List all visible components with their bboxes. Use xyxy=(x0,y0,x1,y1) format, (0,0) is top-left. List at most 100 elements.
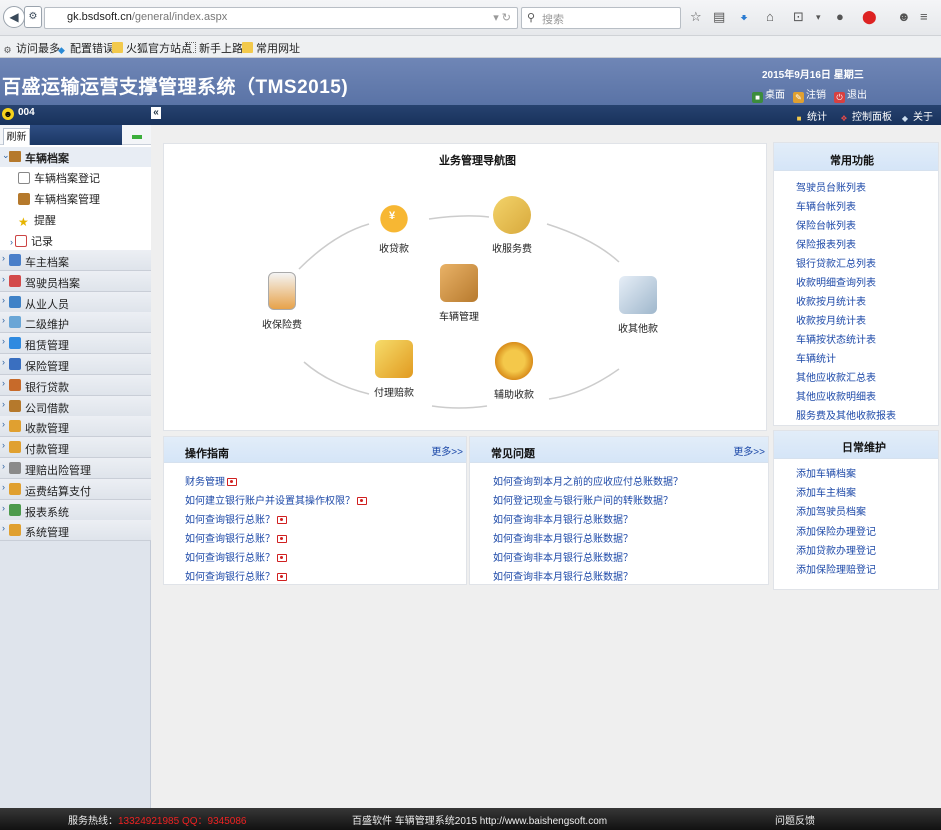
group-icon xyxy=(9,482,21,495)
control-panel-link[interactable]: ❖ 控制面板 xyxy=(839,108,892,124)
faq-more-link[interactable]: 更多>> xyxy=(733,443,765,458)
node-insurance-fee[interactable]: 收保险费 xyxy=(252,272,312,331)
faq-link[interactable]: 如何查询非本月银行总账数据？ xyxy=(493,549,633,564)
url-bar[interactable]: gk.bsdsoft.cn/general/index.aspx ▾ ↻ xyxy=(44,7,518,29)
node-service-fee[interactable]: 收服务费 xyxy=(482,196,542,255)
logout-icon: ✎ xyxy=(793,92,804,103)
maintenance-link[interactable]: 添加车辆档案 xyxy=(796,465,856,480)
menu-icon[interactable]: ≡ xyxy=(920,9,928,24)
common-link[interactable]: 银行贷款汇总列表 xyxy=(796,255,876,270)
sidebar-group-vehicle-archive[interactable]: ⌄ 车辆档案 xyxy=(0,147,151,167)
common-link[interactable]: 其他应收款明细表 xyxy=(796,388,876,403)
bookmark-star-icon[interactable]: ☆ xyxy=(690,9,702,25)
guide-link[interactable]: 如何建立银行账户并设置其操作权限？ xyxy=(185,492,367,507)
chat-icon[interactable]: ● xyxy=(836,9,844,24)
back-button[interactable]: ◀ xyxy=(3,6,25,28)
bookmark-config-error[interactable]: ◆ 配置错误 xyxy=(56,40,114,56)
sidebar-group-item[interactable]: › 银行贷款 xyxy=(0,374,151,396)
search-input[interactable]: ⚲ 搜索 xyxy=(521,7,681,29)
feedback-link[interactable]: 问题反馈 xyxy=(775,812,815,827)
guide-more-link[interactable]: 更多>> xyxy=(431,443,463,458)
exit-link[interactable]: ⏻ 退出 xyxy=(834,86,867,103)
bookmark-getting-started[interactable]: 新手上路 xyxy=(185,40,243,56)
faq-link[interactable]: 如何查询非本月银行总账数据？ xyxy=(493,511,633,526)
common-link[interactable]: 保险台帐列表 xyxy=(796,217,856,232)
sidebar-item-vehicle-manage[interactable]: 车辆档案管理 xyxy=(18,191,100,207)
faq-link[interactable]: 如何查询到本月之前的应收应付总账数据？ xyxy=(493,473,683,488)
guide-link[interactable]: 如何查询银行总账？ xyxy=(185,549,287,564)
stats-link[interactable]: ■ 统计 xyxy=(794,108,827,124)
maintenance-link[interactable]: 添加驾驶员档案 xyxy=(796,503,866,518)
logout-link[interactable]: ✎ 注销 xyxy=(793,86,826,103)
bookmark-firefox-site[interactable]: 火狐官方站点 xyxy=(112,40,192,56)
sidebar-group-item[interactable]: › 系统管理 xyxy=(0,520,151,542)
crop-icon[interactable]: ⊡ xyxy=(793,9,804,25)
guide-link[interactable]: 如何查询银行总账？ xyxy=(185,568,287,583)
sidebar-group-item[interactable]: › 租赁管理 xyxy=(0,333,151,355)
common-link[interactable]: 车辆统计 xyxy=(796,350,836,365)
maintenance-link[interactable]: 添加贷款办理登记 xyxy=(796,542,876,557)
reload-icon[interactable]: ▾ ↻ xyxy=(493,11,511,24)
sidebar-group-item[interactable]: › 车主档案 xyxy=(0,250,151,271)
sidebar-group-label: 驾驶员档案 xyxy=(25,277,80,290)
sidebar-item-records[interactable]: › 记录 xyxy=(10,233,53,249)
search-placeholder: 搜索 xyxy=(542,14,564,26)
library-icon[interactable]: ▤ xyxy=(713,9,725,25)
sidebar-group-item[interactable]: › 保险管理 xyxy=(0,354,151,375)
sidebar-group-label: 从业人员 xyxy=(25,298,69,311)
common-link[interactable]: 驾驶员台账列表 xyxy=(796,179,866,194)
adblock-icon[interactable]: ⬤ xyxy=(862,9,877,25)
node-loan[interactable]: ¥ 收贷款 xyxy=(369,196,419,255)
download-icon[interactable]: 🠻 xyxy=(740,9,748,31)
common-link[interactable]: 车辆台帐列表 xyxy=(796,198,856,213)
dropdown-icon[interactable]: ▾ xyxy=(816,12,821,23)
common-link[interactable]: 保险报表列表 xyxy=(796,236,856,251)
sidebar-group-item[interactable]: › 二级维护 xyxy=(0,312,151,334)
sidebar-group-item[interactable]: › 报表系统 xyxy=(0,499,151,521)
group-icon xyxy=(9,441,21,454)
common-link[interactable]: 收款按月统计表 xyxy=(796,293,866,308)
sidebar-group-item[interactable]: › 公司借款 xyxy=(0,395,151,417)
group-icon xyxy=(9,399,21,412)
sidebar-group-item[interactable]: › 驾驶员档案 xyxy=(0,270,151,292)
sidebar-group-item[interactable]: › 理赔出险管理 xyxy=(0,458,151,479)
common-link[interactable]: 服务费及其他收款报表 xyxy=(796,407,896,422)
sidebar-item-reminder[interactable]: ★ 提醒 xyxy=(18,212,56,228)
faq-link[interactable]: 如何查询非本月银行总账数据？ xyxy=(493,568,633,583)
faq-link[interactable]: 如何登记现金与银行账户间的转账数据？ xyxy=(493,492,673,507)
sidebar-group-item[interactable]: › 运费结算支付 xyxy=(0,478,151,500)
video-icon xyxy=(277,535,287,543)
common-link[interactable]: 其他应收款汇总表 xyxy=(796,369,876,384)
sidebar-group-item[interactable]: › 收款管理 xyxy=(0,416,151,438)
node-claim-payment[interactable]: 付理赔款 xyxy=(364,340,424,399)
sidebar-group-item[interactable]: › 从业人员 xyxy=(0,291,151,313)
minimize-button[interactable] xyxy=(132,135,142,139)
collapse-sidebar-button[interactable]: « xyxy=(151,107,161,119)
node-aux-receivables[interactable]: 辅助收款 xyxy=(484,342,544,401)
smiley-icon[interactable]: ☻ xyxy=(897,9,911,24)
maintenance-link[interactable]: 添加保险办理登记 xyxy=(796,523,876,538)
sidebar-group-label: 系统管理 xyxy=(25,527,69,540)
guide-link[interactable]: 财务管理 xyxy=(185,473,237,488)
faq-panel: 常见问题 更多>> 如何查询到本月之前的应收应付总账数据？ 如何登记现金与银行账户… xyxy=(469,436,769,585)
home-icon[interactable]: ⌂ xyxy=(766,9,774,24)
money-bag-icon: ¥ xyxy=(375,196,413,234)
sidebar-group-item[interactable]: › 付款管理 xyxy=(0,437,151,459)
bookmark-common-urls[interactable]: 常用网址 xyxy=(242,40,300,56)
node-vehicle-management[interactable]: 车辆管理 xyxy=(429,264,489,323)
common-link[interactable]: 收款明细查询列表 xyxy=(796,274,876,289)
sidebar-item-vehicle-register[interactable]: 车辆档案登记 xyxy=(18,170,100,186)
common-link[interactable]: 收款按月统计表 xyxy=(796,312,866,327)
node-other-receivables[interactable]: 收其他款 xyxy=(608,276,668,335)
guide-link[interactable]: 如何查询银行总账？ xyxy=(185,511,287,526)
banknotes-icon xyxy=(619,276,657,314)
about-link[interactable]: ◆ 关于 xyxy=(900,108,933,124)
common-link[interactable]: 车辆按状态统计表 xyxy=(796,331,876,346)
faq-link[interactable]: 如何查询非本月银行总账数据？ xyxy=(493,530,633,545)
identity-icon[interactable]: ⚙ xyxy=(24,6,42,28)
maintenance-link[interactable]: 添加车主档案 xyxy=(796,484,856,499)
bookmark-most-visited[interactable]: ⚙ 访问最多 xyxy=(2,40,60,56)
guide-link[interactable]: 如何查询银行总账？ xyxy=(185,530,287,545)
desktop-link[interactable]: ■ 桌面 xyxy=(752,86,785,103)
maintenance-link[interactable]: 添加保险理赔登记 xyxy=(796,561,876,576)
